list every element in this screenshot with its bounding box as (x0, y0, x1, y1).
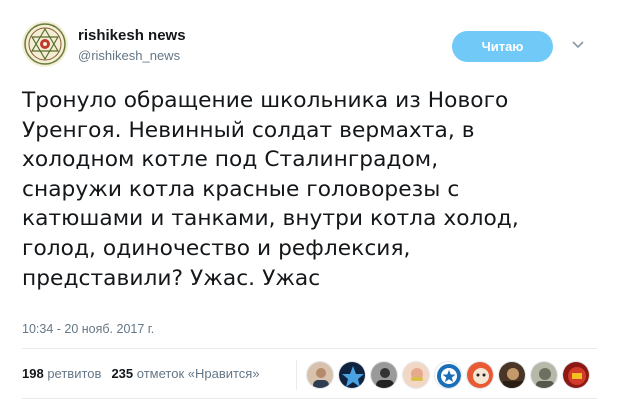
liker-avatar[interactable] (498, 361, 526, 389)
likes-stat[interactable]: 235 отметок «Нравится» (111, 366, 259, 381)
likes-label: отметок «Нравится» (136, 366, 260, 381)
liker-avatar[interactable] (306, 361, 334, 389)
liker-avatar[interactable] (338, 361, 366, 389)
author-handle[interactable]: @rishikesh_news (78, 47, 186, 65)
divider (22, 348, 597, 349)
brown-portrait-avatar-icon (499, 362, 525, 388)
tweet-line: Уренгоя. Невинный солдат вермахта, в (22, 117, 475, 143)
grey-portrait-avatar-icon (531, 362, 557, 388)
divider (22, 398, 597, 399)
red-emblem-avatar-icon (563, 362, 589, 388)
chevron-down-icon[interactable] (570, 36, 586, 52)
liker-avatar[interactable] (466, 361, 494, 389)
liker-avatar[interactable] (402, 361, 430, 389)
blue-star-avatar-icon (435, 362, 461, 388)
red-cartoon-avatar-icon (467, 362, 493, 388)
tweet-card: rishikesh news @rishikesh_news Читаю Тро… (0, 0, 618, 404)
author-block: rishikesh news @rishikesh_news (78, 27, 186, 65)
liker-avatar[interactable] (562, 361, 590, 389)
tweet-line: катюшами и танками, внутри котла холод, (22, 206, 519, 232)
mandala-icon (22, 21, 68, 67)
tweet-line: голод, одиночество и рефлексия, (22, 235, 411, 261)
tweet-stats: 198 ретвитов 235 отметок «Нравится» (22, 366, 270, 381)
liker-avatar[interactable] (530, 361, 558, 389)
liker-avatars (306, 361, 590, 389)
following-button[interactable]: Читаю (452, 31, 553, 62)
tweet-line: снаружи котла красные головорезы с (22, 176, 460, 202)
tweet-line: представили? Ужас. Ужас (22, 265, 321, 291)
person-avatar-icon (307, 362, 333, 388)
retweets-label: ретвитов (47, 366, 102, 381)
likes-count: 235 (111, 366, 134, 381)
tweet-line: холодном котле под Сталинградом, (22, 147, 439, 173)
pink-portrait-avatar-icon (403, 362, 429, 388)
liker-avatar[interactable] (434, 361, 462, 389)
retweets-stat[interactable]: 198 ретвитов (22, 366, 101, 381)
author-name[interactable]: rishikesh news (78, 27, 186, 45)
blue-emblem-avatar-icon (339, 362, 365, 388)
profile-avatar[interactable] (22, 21, 68, 67)
dark-portrait-avatar-icon (371, 362, 397, 388)
vertical-divider (296, 360, 297, 390)
tweet-line: Тронуло обращение школьника из Нового (22, 88, 509, 113)
retweets-count: 198 (22, 366, 44, 381)
tweet-text: Тронуло обращение школьника из Нового Ур… (22, 86, 597, 293)
tweet-timestamp[interactable]: 10:34 - 20 нояб. 2017 г. (22, 322, 154, 336)
liker-avatar[interactable] (370, 361, 398, 389)
